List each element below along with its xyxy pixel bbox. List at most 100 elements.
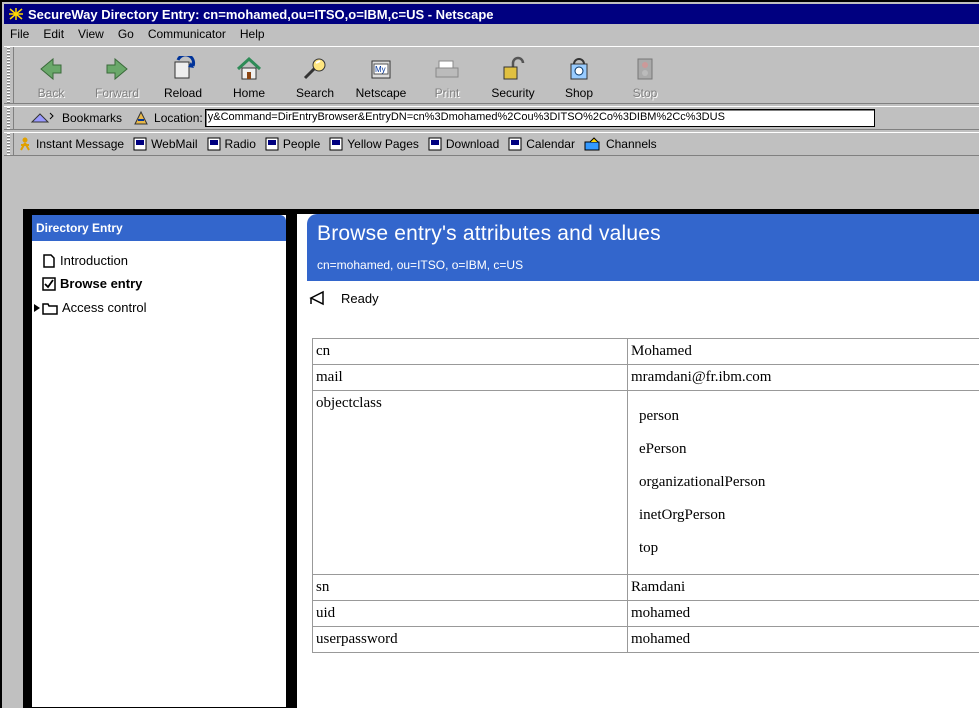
attribute-value: mohamed (627, 626, 979, 653)
bookmark-page-icon (133, 137, 147, 151)
menu-file[interactable]: File (8, 27, 31, 41)
home-icon (235, 55, 263, 83)
webmail-label: WebMail (151, 137, 198, 151)
bookmark-page-icon (207, 137, 221, 151)
back-label: Back (37, 86, 65, 100)
download-link[interactable]: Download (428, 137, 499, 151)
location-toolbar: Bookmarks Location: y&Command=DirEntryBr… (4, 106, 979, 130)
attribute-value: mramdani@fr.ibm.com (627, 364, 979, 391)
page-subtitle: cn=mohamed, ou=ITSO, o=IBM, c=US (317, 258, 524, 272)
attribute-value: Mohamed (627, 338, 979, 365)
expand-triangle-icon[interactable] (32, 301, 42, 315)
reload-button[interactable]: Reload (150, 48, 216, 102)
menu-edit[interactable]: Edit (41, 27, 66, 41)
netscape-label: Netscape (355, 86, 407, 100)
yellow-pages-label: Yellow Pages (347, 137, 419, 151)
table-row: mail mramdani@fr.ibm.com (312, 364, 979, 391)
tree-item-label: Browse entry (60, 276, 143, 291)
attribute-name: userpassword (312, 626, 628, 653)
personal-toolbar: Instant Message WebMail Radio People Yel… (4, 132, 979, 156)
bookmark-page-icon (508, 137, 522, 151)
yellow-pages-link[interactable]: Yellow Pages (329, 137, 419, 151)
bookmark-page-icon (265, 137, 279, 151)
attribute-name: sn (312, 574, 628, 601)
attribute-name: uid (312, 600, 628, 627)
svg-text:My: My (375, 65, 386, 74)
netscape-button[interactable]: My Netscape (348, 48, 414, 102)
title-bar: SecureWay Directory Entry: cn=mohamed,ou… (4, 4, 979, 24)
shop-icon (565, 55, 593, 83)
shop-label: Shop (564, 86, 594, 100)
security-button[interactable]: Security (480, 48, 546, 102)
calendar-link[interactable]: Calendar (508, 137, 575, 151)
bookmarks-icon[interactable] (30, 110, 58, 126)
navigation-toolbar: Back Forward Reload Home Search My Netsc… (4, 46, 979, 104)
location-url-input[interactable]: y&Command=DirEntryBrowser&EntryDN=cn%3Dm… (204, 109, 875, 127)
forward-button[interactable]: Forward (84, 48, 150, 102)
location-label: Location: (154, 111, 203, 125)
table-row: cn Mohamed (312, 338, 979, 365)
menu-view[interactable]: View (76, 27, 106, 41)
toolbar-grip[interactable] (4, 133, 14, 155)
netscape-icon: My (367, 55, 395, 83)
calendar-label: Calendar (526, 137, 575, 151)
menu-help[interactable]: Help (238, 27, 267, 41)
radio-link[interactable]: Radio (207, 137, 256, 151)
checked-page-icon (42, 276, 56, 291)
tree-item-label: Access control (62, 300, 147, 315)
forward-arrow-icon (103, 55, 131, 83)
webmail-link[interactable]: WebMail (133, 137, 198, 151)
search-icon (301, 55, 329, 83)
shop-button[interactable]: Shop (546, 48, 612, 102)
stop-button[interactable]: Stop (612, 48, 678, 102)
page-icon (42, 253, 56, 268)
channels-label: Channels (605, 137, 657, 151)
download-label: Download (445, 137, 500, 151)
channels-link[interactable]: Channels (584, 137, 657, 151)
printer-icon (433, 55, 461, 83)
print-label: Print (434, 86, 460, 100)
menu-go[interactable]: Go (116, 27, 136, 41)
table-row: userpassword mohamed (312, 626, 979, 653)
reload-label: Reload (163, 86, 203, 100)
forward-label: Forward (94, 86, 139, 100)
back-button[interactable]: Back (18, 48, 84, 102)
tree-item-access-control[interactable]: Access control (32, 300, 147, 315)
home-button[interactable]: Home (216, 48, 282, 102)
page-header-banner: Browse entry's attributes and values cn=… (307, 214, 979, 281)
attribute-value: ePerson (639, 441, 687, 457)
attribute-value-list: person ePerson organizationalPerson inet… (627, 390, 979, 575)
instant-message-icon (18, 137, 32, 151)
tree-item-introduction[interactable]: Introduction (42, 253, 128, 268)
toolbar-grip[interactable] (4, 47, 14, 103)
directory-entry-header: Directory Entry (32, 215, 286, 241)
table-row: uid mohamed (312, 600, 979, 627)
toolbar-grip[interactable] (4, 107, 14, 129)
tree-item-browse-entry[interactable]: Browse entry (42, 276, 142, 291)
megaphone-icon (309, 290, 331, 306)
attribute-value: organizationalPerson (639, 474, 766, 490)
table-row: objectclass person ePerson organizationa… (312, 390, 979, 575)
people-label: People (282, 137, 321, 151)
people-link[interactable]: People (265, 137, 320, 151)
status-line: Ready (309, 290, 379, 306)
attribute-value: person (639, 408, 679, 424)
location-page-icon[interactable] (132, 110, 150, 126)
print-button[interactable]: Print (414, 48, 480, 102)
menu-bar: File Edit View Go Communicator Help (4, 24, 979, 44)
status-text: Ready (341, 290, 379, 306)
search-button[interactable]: Search (282, 48, 348, 102)
folder-icon (42, 301, 58, 315)
radio-label: Radio (224, 137, 256, 151)
attribute-value: mohamed (627, 600, 979, 627)
bookmarks-button[interactable]: Bookmarks (62, 111, 122, 125)
instant-message-link[interactable]: Instant Message (18, 137, 124, 151)
menu-communicator[interactable]: Communicator (146, 27, 228, 41)
attribute-name: mail (312, 364, 628, 391)
instant-message-label: Instant Message (36, 137, 125, 151)
stop-label: Stop (632, 86, 658, 100)
bookmark-page-icon (329, 137, 343, 151)
table-row: sn Ramdani (312, 574, 979, 601)
attribute-value: inetOrgPerson (639, 507, 726, 523)
attribute-name: cn (312, 338, 628, 365)
